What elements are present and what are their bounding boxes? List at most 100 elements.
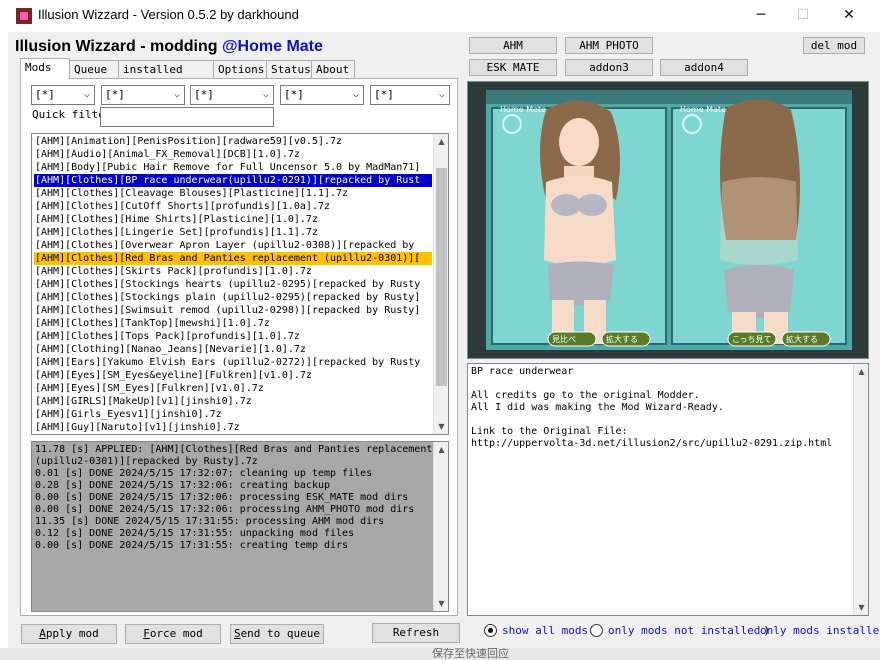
refresh-button[interactable]: Refresh [372, 623, 460, 643]
mod-list-item[interactable]: [AHM][GIRLS][MakeUp][v1][jinshi0].7z [34, 395, 432, 408]
mod-list-item[interactable]: [AHM][Audio][Animal_FX_Removal][DCB][1.0… [34, 148, 432, 161]
mod-list-item[interactable]: [AHM][Clothes][Lingerie Set][profundis][… [34, 226, 432, 239]
mod-preview-image: Home Mate Home Mate 見比べ 拡大する こっち見て 拡大する [467, 81, 869, 359]
send-to-queue-button[interactable]: Send to queue [230, 624, 324, 644]
mod-list-item[interactable]: [AHM][Guy][Naruto][v1][jinshi0].7z [34, 421, 432, 434]
log-entry: 11.35 [s] DONE 2024/5/15 17:31:55: proce… [35, 516, 385, 527]
preview-scene: Home Mate Home Mate 見比べ 拡大する こっち見て 拡大する [486, 90, 852, 350]
description-scrollbar[interactable]: ▲ ▼ [853, 364, 868, 615]
scroll-up-icon[interactable]: ▲ [434, 134, 448, 149]
mod-list-item[interactable]: [AHM][Clothing][Nanao_Jeans][Nevarie][1.… [34, 343, 432, 356]
tab-about[interactable]: About [311, 60, 355, 79]
tab-status[interactable]: Status [266, 60, 312, 79]
app-icon [16, 8, 32, 24]
scroll-up-icon[interactable]: ▲ [854, 364, 869, 379]
addon3-button[interactable]: addon3 [565, 59, 653, 76]
chevron-down-icon: ⌵ [173, 89, 180, 100]
description-line [471, 378, 851, 390]
preview-button-look: こっち見て [732, 335, 771, 344]
mod-list-item[interactable]: [AHM][Body][Pubic Hair Remove for Full U… [34, 161, 432, 174]
mod-list-item[interactable]: [AHM][Clothes][TankTop][mewshi][1.0].7z [34, 317, 432, 330]
esk-mate-button[interactable]: ESK MATE [469, 59, 557, 76]
title-bar: Illusion Wizzard - Version 0.5.2 by dark… [0, 0, 880, 32]
filter-combo-5[interactable]: [*] ⌵ [370, 85, 450, 105]
filter-combo-1[interactable]: [*] ⌵ [31, 85, 95, 105]
description-line: BP race underwear [471, 366, 574, 377]
mod-list-item[interactable]: [AHM][Clothes][Swimsuit remod (upillu2-0… [34, 304, 432, 317]
log-entry: 0.00 [s] DONE 2024/5/15 17:32:06: proces… [35, 504, 415, 515]
log-entry: 11.78 [s] APPLIED: [AHM][Clothes][Red Br… [35, 444, 433, 467]
chevron-down-icon: ⌵ [262, 89, 269, 100]
addon4-button[interactable]: addon4 [660, 59, 748, 76]
log-entry: 0.00 [s] DONE 2024/5/15 17:32:06: proces… [35, 492, 409, 503]
window-title: Illusion Wizzard - Version 0.5.2 by dark… [38, 7, 299, 22]
mod-list-item[interactable]: [AHM][Girls_Eyesv1][jinshi0].7z [34, 408, 432, 421]
taskbar-hint: 保存至快速回应 [432, 648, 509, 660]
mod-list-rows: [AHM][Animation][PenisPosition][radware5… [34, 135, 432, 434]
mod-list-scrollbar[interactable]: ▲ ▼ [433, 134, 448, 434]
mod-list-item[interactable]: [AHM][Clothes][Overwear Apron Layer (upi… [34, 239, 432, 252]
log-scrollbar[interactable]: ▲ ▼ [433, 442, 448, 611]
description-line: All I did was making the Mod Wizard-Read… [471, 402, 724, 413]
maximize-button: ☐ [796, 7, 810, 23]
filter-combo-2[interactable]: [*] ⌵ [101, 85, 185, 105]
tab-options[interactable]: Options [213, 60, 267, 79]
scroll-down-icon[interactable]: ▼ [434, 419, 448, 434]
mod-list-item[interactable]: [AHM][Clothes][Cleavage Blouses][Plastic… [34, 187, 432, 200]
scroll-down-icon[interactable]: ▼ [434, 596, 448, 611]
mod-list-item[interactable]: [AHM][Clothes][Stockings hearts (upillu2… [34, 278, 432, 291]
scroll-thumb[interactable] [436, 168, 447, 386]
ahm-photo-button[interactable]: AHM PHOTO [565, 37, 653, 54]
mod-list-item[interactable]: [AHM][Clothes][Skirts Pack][profundis][1… [34, 265, 432, 278]
mod-list-item[interactable]: [AHM][Eyes][SM_Eyes&eyeline][Fulkren][v1… [34, 369, 432, 382]
mod-list-item[interactable]: [AHM][Clothes][CutOff Shorts][profundis]… [34, 200, 432, 213]
chevron-down-icon: ⌵ [352, 89, 359, 100]
mod-description: BP race underwear All credits go to the o… [467, 363, 869, 616]
mod-list-item[interactable]: [AHM][Clothes][BP race underwear(upillu2… [34, 174, 432, 187]
log-entry: 0.01 [s] DONE 2024/5/15 17:32:07: cleani… [35, 468, 373, 479]
background-strip: 保存至快速回应 [0, 648, 880, 660]
close-button[interactable]: ✕ [826, 0, 872, 30]
mod-list-item[interactable]: [AHM][Clothes][Stockings plain (upillu2-… [34, 291, 432, 304]
log-entry: 0.28 [s] DONE 2024/5/15 17:32:06: creati… [35, 480, 331, 491]
preview-button-compare: 見比べ [552, 334, 576, 344]
minimize-button[interactable]: ─ [738, 0, 784, 30]
filter-combo-4[interactable]: [*] ⌵ [280, 85, 364, 105]
mod-list-item[interactable]: [AHM][Clothes][Red Bras and Panties repl… [34, 252, 432, 265]
log-entry: 0.00 [s] DONE 2024/5/15 17:31:55: creati… [35, 540, 349, 551]
filter-combo-3[interactable]: [*] ⌵ [190, 85, 274, 105]
mod-list-item[interactable]: [AHM][Clothes][Hime Shirts][Plasticine][… [34, 213, 432, 226]
description-line [471, 414, 851, 426]
scroll-down-icon[interactable]: ▼ [854, 600, 869, 615]
mod-list-item[interactable]: [AHM][Clothes][Tops Pack][profundis][1.0… [34, 330, 432, 343]
mod-list-item[interactable]: [AHM][Animation][PenisPosition][radware5… [34, 135, 432, 148]
radio-dot[interactable] [590, 624, 603, 637]
mod-list-item[interactable]: [AHM][Ears][Yakumo Elvish Ears (upillu2-… [34, 356, 432, 369]
mod-list[interactable]: [AHM][Animation][PenisPosition][radware5… [31, 133, 449, 435]
description-text: BP race underwear All credits go to the o… [471, 366, 851, 450]
chevron-down-icon: ⌵ [438, 89, 445, 100]
page-title: Illusion Wizzard - modding @Home Mate [15, 38, 323, 56]
radio-not-installed[interactable]: only mods not installed) [590, 624, 770, 637]
ahm-button[interactable]: AHM [469, 37, 557, 54]
description-line: All credits go to the original Modder. [471, 390, 700, 401]
preview-button-zoom-left: 拡大する [606, 334, 638, 344]
preview-button-zoom-right: 拡大する [786, 334, 818, 344]
del-mod-button[interactable]: del mod [803, 37, 865, 54]
radio-show-all[interactable]: show all mods [484, 624, 588, 637]
tab-queue[interactable]: Queue [69, 60, 119, 79]
quick-filter-input[interactable] [100, 107, 274, 127]
tab-installed-mods[interactable]: installed Mods [118, 60, 214, 94]
radio-dot[interactable] [484, 624, 497, 637]
mod-list-item[interactable]: [AHM][Eyes][SM_Eyes][Fulkren][v1.0].7z [34, 382, 432, 395]
radio-installed[interactable]: only mods installe [760, 624, 879, 637]
tab-mods[interactable]: Mods [20, 58, 70, 79]
log-entry: 0.12 [s] DONE 2024/5/15 17:31:55: unpack… [35, 528, 355, 539]
character-back [720, 99, 800, 344]
preview-logo-left: Home Mate [500, 105, 546, 114]
preview-logo-right: Home Mate [680, 105, 726, 114]
force-mod-button[interactable]: Force mod [125, 624, 221, 644]
apply-mod-button[interactable]: Apply mod [21, 624, 117, 644]
log-rows: 11.78 [s] APPLIED: [AHM][Clothes][Red Br… [35, 444, 433, 552]
scroll-up-icon[interactable]: ▲ [434, 442, 448, 457]
